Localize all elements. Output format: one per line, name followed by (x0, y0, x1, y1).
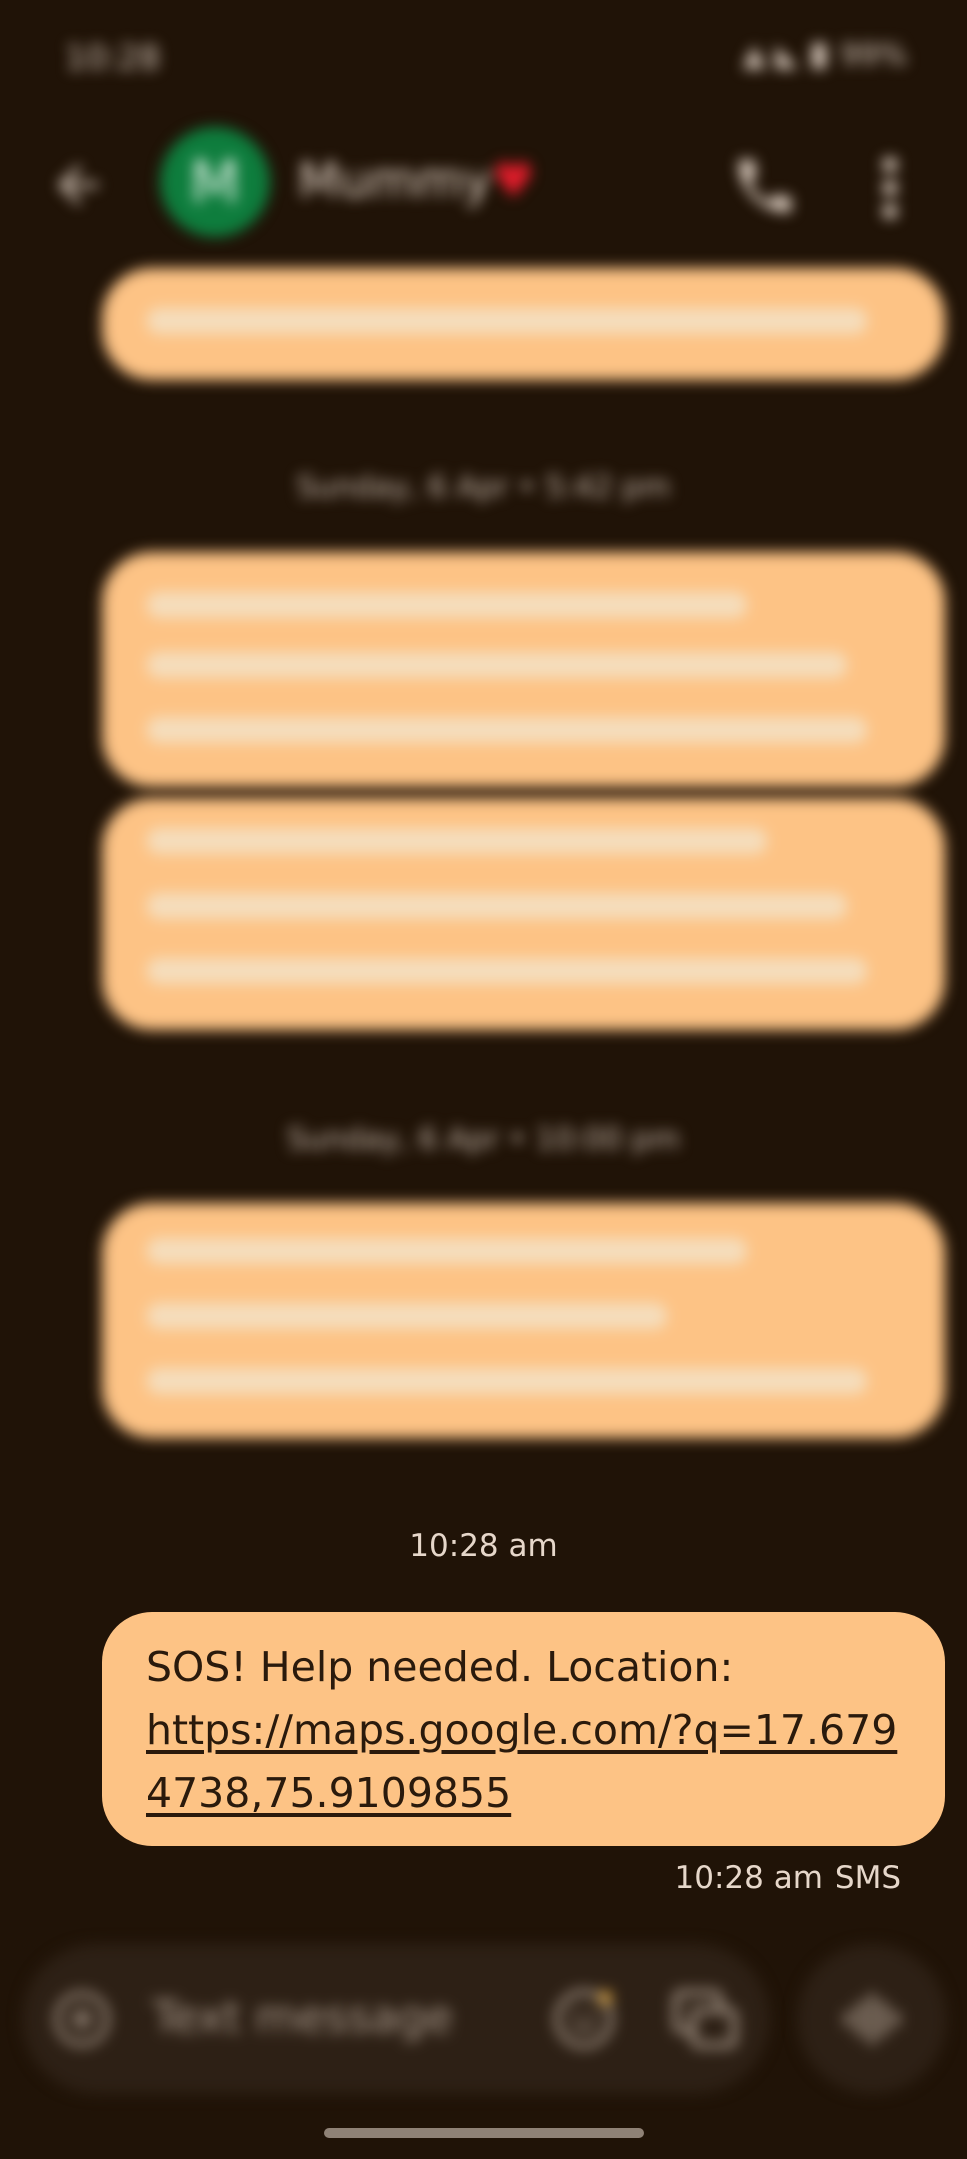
message-type: SMS (834, 1860, 901, 1896)
blurred-text (147, 828, 767, 854)
blurred-text (147, 958, 867, 984)
message-meta: 10:28 am SMS (663, 1860, 902, 1896)
battery-level: 99% (840, 38, 907, 73)
text-message-input[interactable]: Text message (152, 1992, 453, 2043)
add-circle-icon[interactable] (52, 1989, 112, 2049)
signal-icon: ▲ ◣ (742, 38, 799, 73)
message-time-header: 10:28 am (409, 1528, 558, 1564)
status-icons: ▲ ◣ 99% (743, 38, 907, 73)
gesture-handle (324, 2128, 644, 2138)
contact-avatar[interactable]: M (160, 127, 270, 237)
contact-name-text: Mummy (298, 153, 492, 209)
emoji-icon[interactable] (552, 1987, 616, 2051)
heart-emoji: ♥ (491, 153, 535, 209)
blurred-text (147, 592, 747, 618)
voice-icon (845, 1993, 899, 2045)
message-bubble-blurred[interactable] (102, 552, 945, 787)
conversation-header: M Mummy♥ (0, 115, 967, 255)
date-divider: Sunday, 6 Apr • 5:42 pm (296, 470, 671, 505)
status-time: 10:28 (65, 38, 161, 77)
gallery-icon[interactable] (670, 1984, 740, 2054)
more-vert-icon[interactable] (875, 153, 905, 223)
message-composer[interactable]: Text message (22, 1944, 770, 2094)
blurred-text (147, 1368, 867, 1394)
blurred-text (147, 308, 867, 334)
date-divider: Sunday, 6 Apr • 10:00 pm (287, 1122, 680, 1157)
back-arrow-icon[interactable] (48, 155, 108, 215)
sos-message-bubble[interactable]: SOS! Help needed. Location: https://maps… (102, 1612, 945, 1846)
blurred-text (147, 1238, 747, 1264)
voice-record-button[interactable] (797, 1944, 947, 2094)
message-time: 10:28 am (674, 1860, 823, 1896)
location-link[interactable]: https://maps.google.com/?q=17.6794738,75… (146, 1699, 901, 1825)
message-bubble-blurred[interactable] (102, 1203, 945, 1438)
blurred-text (147, 893, 847, 919)
contact-name[interactable]: Mummy♥ (298, 153, 535, 209)
blurred-text (147, 717, 867, 743)
blurred-text (147, 1303, 667, 1329)
sos-message-text: SOS! Help needed. Location: (146, 1643, 734, 1691)
battery-icon (812, 42, 827, 69)
message-bubble-blurred[interactable] (102, 268, 945, 380)
blurred-text (147, 652, 847, 678)
message-bubble-blurred[interactable] (102, 798, 945, 1030)
status-bar: 10:28 ▲ ◣ 99% (0, 0, 967, 110)
phone-icon[interactable] (730, 151, 800, 221)
